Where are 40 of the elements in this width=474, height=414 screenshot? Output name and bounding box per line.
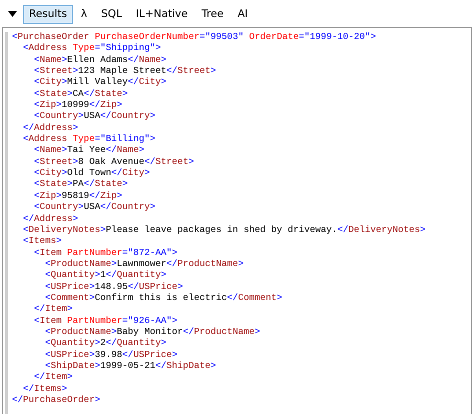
code-line: <City>Mill Valley</City> [33,76,168,88]
code-line: <Street>8 Oak Avenue</Street> [33,156,195,168]
code-line: <ShipDate>1999-05-21</ShipDate> [44,360,218,372]
code-line: <Name>Ellen Adams</Name> [33,54,168,66]
code-line: <State>CA</State> [33,88,129,100]
code-line: </PurchaseOrder> [12,394,102,406]
code-line: <USPrice>148.95</USPrice> [44,280,184,292]
code-line: <Country>USA</Country> [33,201,156,212]
code-line: <Country>USA</Country> [33,110,156,122]
tab[interactable]: IL+Native [130,4,194,24]
code-line: <ProductName>Baby Monitor</ProductName> [44,326,262,338]
code-line: <ProductName>Lawnmower</ProductName> [44,258,245,270]
tab[interactable]: SQL [95,4,128,24]
code-line: <City>Old Town</City> [33,167,151,178]
code-line: </Items> [22,382,68,394]
code-line: <Name>Tai Yee</Name> [33,144,146,156]
code-line: <Quantity>2</Quantity> [44,337,168,349]
tab[interactable]: λ [74,4,94,24]
code-line: <Item PartNumber="926-AA"> [33,314,178,326]
code-line: <Items> [22,235,63,247]
code-line: <Street>123 Maple Street</Street> [33,65,218,76]
code-line: </Item> [34,371,74,383]
code-line: <Quantity>1</Quantity> [44,269,168,281]
code-line: <Address Type="Shipping"> [22,42,162,54]
tab[interactable]: Results [23,4,73,24]
code-line: <Comment>Confirm this is electric</Comment> [44,292,284,304]
code-line: <DeliveryNotes>Please leave packages in shed by driveway.</DeliveryNotes> [22,224,426,236]
code-line: <State>PA</State> [33,178,129,190]
dropdown-icon[interactable] [8,11,17,17]
code-line: <Zip>10999</Zip> [33,99,124,110]
code-line: <Address Type="Billing"> [22,133,156,144]
tab[interactable]: Tree [196,4,230,24]
code-line: </Address> [22,212,80,224]
code-line: </Item> [33,303,74,315]
code-line: <USPrice>39.98</USPrice> [44,348,178,360]
code-line: <PurchaseOrder PurchaseOrderNumber="99503" OrderDate="1999-10-20"> [12,31,377,42]
code-line: </Address> [22,122,80,134]
tab[interactable]: AI [232,4,254,24]
code-line: <Zip>95819</Zip> [33,190,124,202]
code-line: <Item PartNumber="872-AA"> [33,246,178,258]
